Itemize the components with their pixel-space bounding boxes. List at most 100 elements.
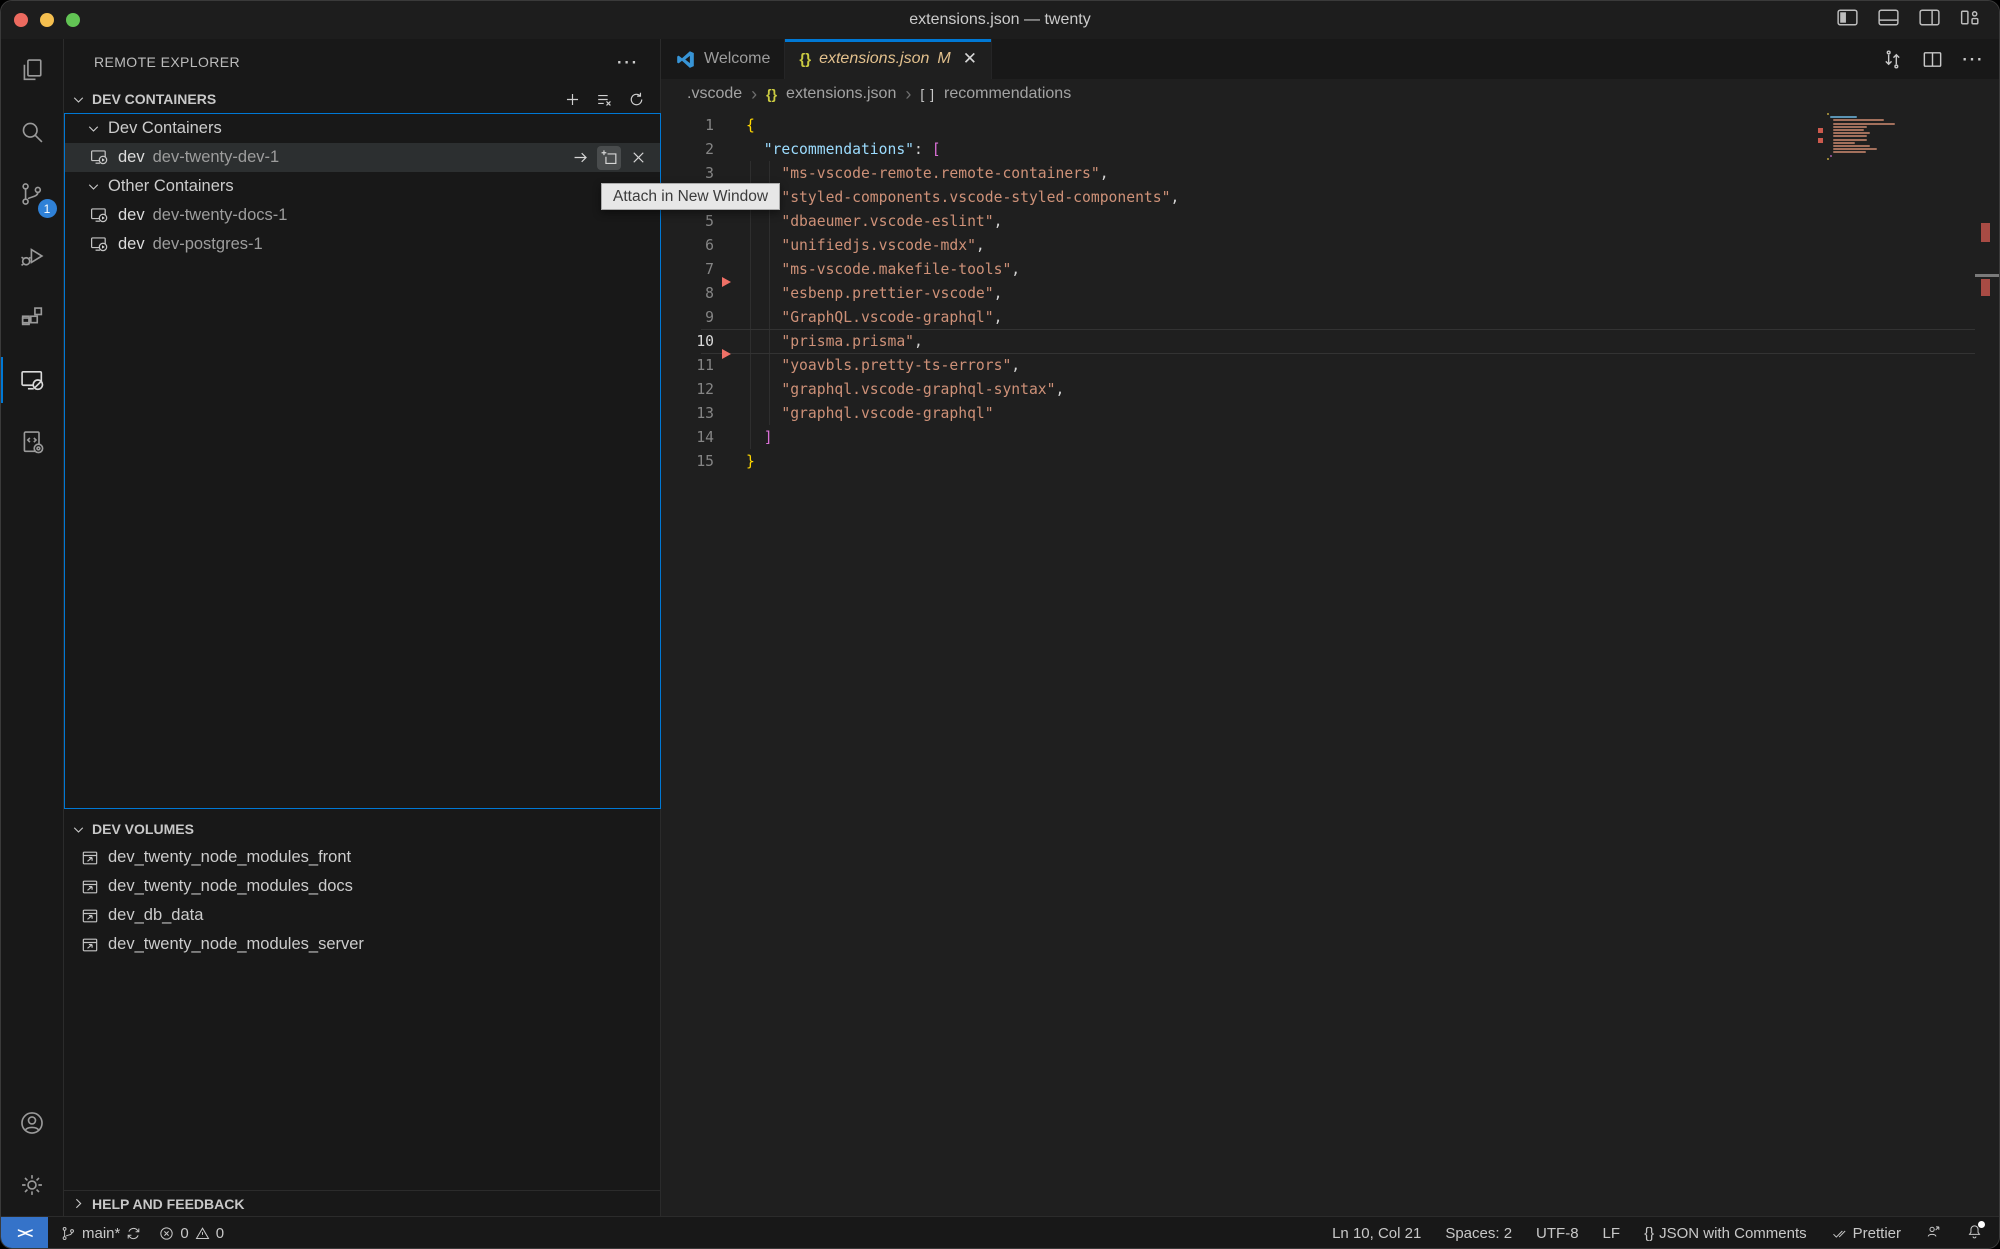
code-line-5[interactable]: 5 "dbaeumer.vscode-eslint", xyxy=(661,209,1999,233)
code-line-7[interactable]: 7 "ms-vscode.makefile-tools", xyxy=(661,257,1999,281)
run-debug-icon[interactable] xyxy=(1,225,64,287)
editor-more-actions-icon[interactable]: ⋯ xyxy=(1961,54,1983,64)
toggle-panel-icon[interactable] xyxy=(1876,5,1901,35)
tree-group-dev-containers[interactable]: Dev Containers xyxy=(65,114,660,143)
indentation-item[interactable]: Spaces: 2 xyxy=(1445,1225,1512,1242)
code-editor[interactable]: 1{2 "recommendations": [3 "ms-vscode-rem… xyxy=(661,109,1999,1216)
code-line-1[interactable]: 1{ xyxy=(661,113,1999,137)
remote-indicator[interactable]: >< xyxy=(1,1217,48,1249)
code-line-13[interactable]: 13 "graphql.vscode-graphql" xyxy=(661,401,1999,425)
code-line-2[interactable]: 2 "recommendations": [ xyxy=(661,137,1999,161)
code-line-10[interactable]: 10 "prisma.prisma", xyxy=(661,329,1999,353)
section-label: DEV VOLUMES xyxy=(92,821,194,837)
container-row-dev-twenty-dev-1[interactable]: dev dev-twenty-dev-1 xyxy=(65,143,660,172)
container-name: dev-postgres-1 xyxy=(153,235,263,254)
section-dev-volumes[interactable]: DEV VOLUMES xyxy=(64,815,660,843)
new-container-icon[interactable] xyxy=(563,90,582,109)
dev-volumes-section: DEV VOLUMES dev_twenty_node_modules_fron… xyxy=(64,815,660,959)
cursor-position-item[interactable]: Ln 10, Col 21 xyxy=(1332,1225,1421,1242)
overview-ruler-error-marker[interactable] xyxy=(1981,223,1990,242)
toggle-primary-sidebar-icon[interactable] xyxy=(1835,5,1860,35)
remote-settings-icon[interactable] xyxy=(1,411,64,473)
volume-icon xyxy=(80,935,100,955)
tab-extensions-json[interactable]: {} extensions.json M ✕ xyxy=(785,39,992,79)
remote-explorer-icon[interactable] xyxy=(1,349,64,411)
formatter-item[interactable]: Prettier xyxy=(1831,1225,1901,1242)
volume-name: dev_twenty_node_modules_front xyxy=(108,848,351,867)
line-number: 12 xyxy=(661,381,714,398)
sidebar-more-actions-icon[interactable]: ⋯ xyxy=(616,57,638,67)
check-all-icon xyxy=(1831,1225,1848,1242)
code-line-15[interactable]: 15} xyxy=(661,449,1999,473)
container-row-dev-twenty-docs-1[interactable]: dev dev-twenty-docs-1 xyxy=(65,201,660,230)
refresh-icon[interactable] xyxy=(627,90,646,109)
encoding-item[interactable]: UTF-8 xyxy=(1536,1225,1579,1242)
git-branch-item[interactable]: main* xyxy=(60,1225,142,1242)
modified-badge: M xyxy=(937,50,950,68)
section-label: DEV CONTAINERS xyxy=(92,91,216,107)
volume-row[interactable]: dev_twenty_node_modules_docs xyxy=(64,872,660,901)
compare-changes-icon[interactable] xyxy=(1881,48,1904,71)
volume-row[interactable]: dev_twenty_node_modules_server xyxy=(64,930,660,959)
code-line-9[interactable]: 9 "GraphQL.vscode-graphql", xyxy=(661,305,1999,329)
source-control-icon[interactable]: 1 xyxy=(1,163,64,225)
breadcrumb-symbol[interactable]: recommendations xyxy=(944,85,1071,103)
attach-in-new-window-icon[interactable] xyxy=(597,146,621,170)
code-line-3[interactable]: 3 "ms-vscode-remote.remote-containers", xyxy=(661,161,1999,185)
container-name: dev-twenty-docs-1 xyxy=(153,206,288,225)
symbol-array-icon: [ ] xyxy=(920,86,935,102)
tab-welcome[interactable]: Welcome xyxy=(661,39,785,79)
code-line-8[interactable]: 8 "esbenp.prettier-vscode", xyxy=(661,281,1999,305)
overview-ruler-error-marker[interactable] xyxy=(1981,279,1990,296)
close-tab-icon[interactable]: ✕ xyxy=(963,49,977,69)
explorer-icon[interactable] xyxy=(1,39,64,101)
line-number: 3 xyxy=(661,165,714,182)
code-line-14[interactable]: 14 ] xyxy=(661,425,1999,449)
errors-icon xyxy=(158,1225,175,1242)
error-count: 0 xyxy=(180,1225,188,1242)
overview-ruler-cursor-marker[interactable] xyxy=(1975,274,1999,277)
status-bar: >< main* 0 0 Ln 10, Col 21 Spaces: 2 UTF… xyxy=(1,1216,1999,1249)
clean-list-icon[interactable] xyxy=(595,90,614,109)
volume-row[interactable]: dev_twenty_node_modules_front xyxy=(64,843,660,872)
group-label: Dev Containers xyxy=(108,119,222,138)
code-line-12[interactable]: 12 "graphql.vscode-graphql-syntax", xyxy=(661,377,1999,401)
customize-layout-icon[interactable] xyxy=(1958,5,1983,35)
notifications-item[interactable] xyxy=(1966,1223,1983,1244)
extensions-icon[interactable] xyxy=(1,287,64,349)
window-title: extensions.json — twenty xyxy=(1,1,1999,39)
settings-gear-icon[interactable] xyxy=(1,1154,64,1216)
scm-badge: 1 xyxy=(38,199,57,218)
volume-name: dev_db_data xyxy=(108,906,203,925)
code-line-6[interactable]: 6 "unifiedjs.vscode-mdx", xyxy=(661,233,1999,257)
container-icon xyxy=(89,234,110,255)
group-label: Other Containers xyxy=(108,177,234,196)
sync-icon[interactable] xyxy=(125,1225,142,1242)
code-line-4[interactable]: 4 "styled-components.vscode-styled-compo… xyxy=(661,185,1999,209)
tree-group-other-containers[interactable]: Other Containers xyxy=(65,172,660,201)
code-line-11[interactable]: 11 "yoavbls.pretty-ts-errors", xyxy=(661,353,1999,377)
toggle-secondary-sidebar-icon[interactable] xyxy=(1917,5,1942,35)
breadcrumb-folder[interactable]: .vscode xyxy=(687,85,742,103)
warnings-icon xyxy=(194,1225,211,1242)
vscode-logo-icon xyxy=(675,49,696,70)
eol-item[interactable]: LF xyxy=(1603,1225,1621,1242)
minimap-error-dot xyxy=(1818,128,1823,133)
language-mode-item[interactable]: {} JSON with Comments xyxy=(1644,1225,1807,1242)
section-dev-containers[interactable]: DEV CONTAINERS xyxy=(64,85,660,113)
container-row-dev-postgres-1[interactable]: dev dev-postgres-1 xyxy=(65,230,660,259)
help-and-feedback-section[interactable]: HELP AND FEEDBACK xyxy=(64,1190,660,1216)
split-editor-icon[interactable] xyxy=(1921,48,1944,71)
accounts-icon[interactable] xyxy=(1,1092,64,1154)
stop-container-icon[interactable] xyxy=(626,146,650,170)
line-number: 9 xyxy=(661,309,714,326)
problems-item[interactable]: 0 0 xyxy=(158,1225,224,1242)
breadcrumb-file[interactable]: extensions.json xyxy=(786,85,896,103)
line-number: 6 xyxy=(661,237,714,254)
minimap[interactable] xyxy=(1827,113,1895,203)
volume-row[interactable]: dev_db_data xyxy=(64,901,660,930)
feedback-item[interactable] xyxy=(1925,1223,1942,1244)
feedback-person-icon xyxy=(1925,1223,1942,1240)
search-icon[interactable] xyxy=(1,101,64,163)
attach-to-container-icon[interactable] xyxy=(568,146,592,170)
